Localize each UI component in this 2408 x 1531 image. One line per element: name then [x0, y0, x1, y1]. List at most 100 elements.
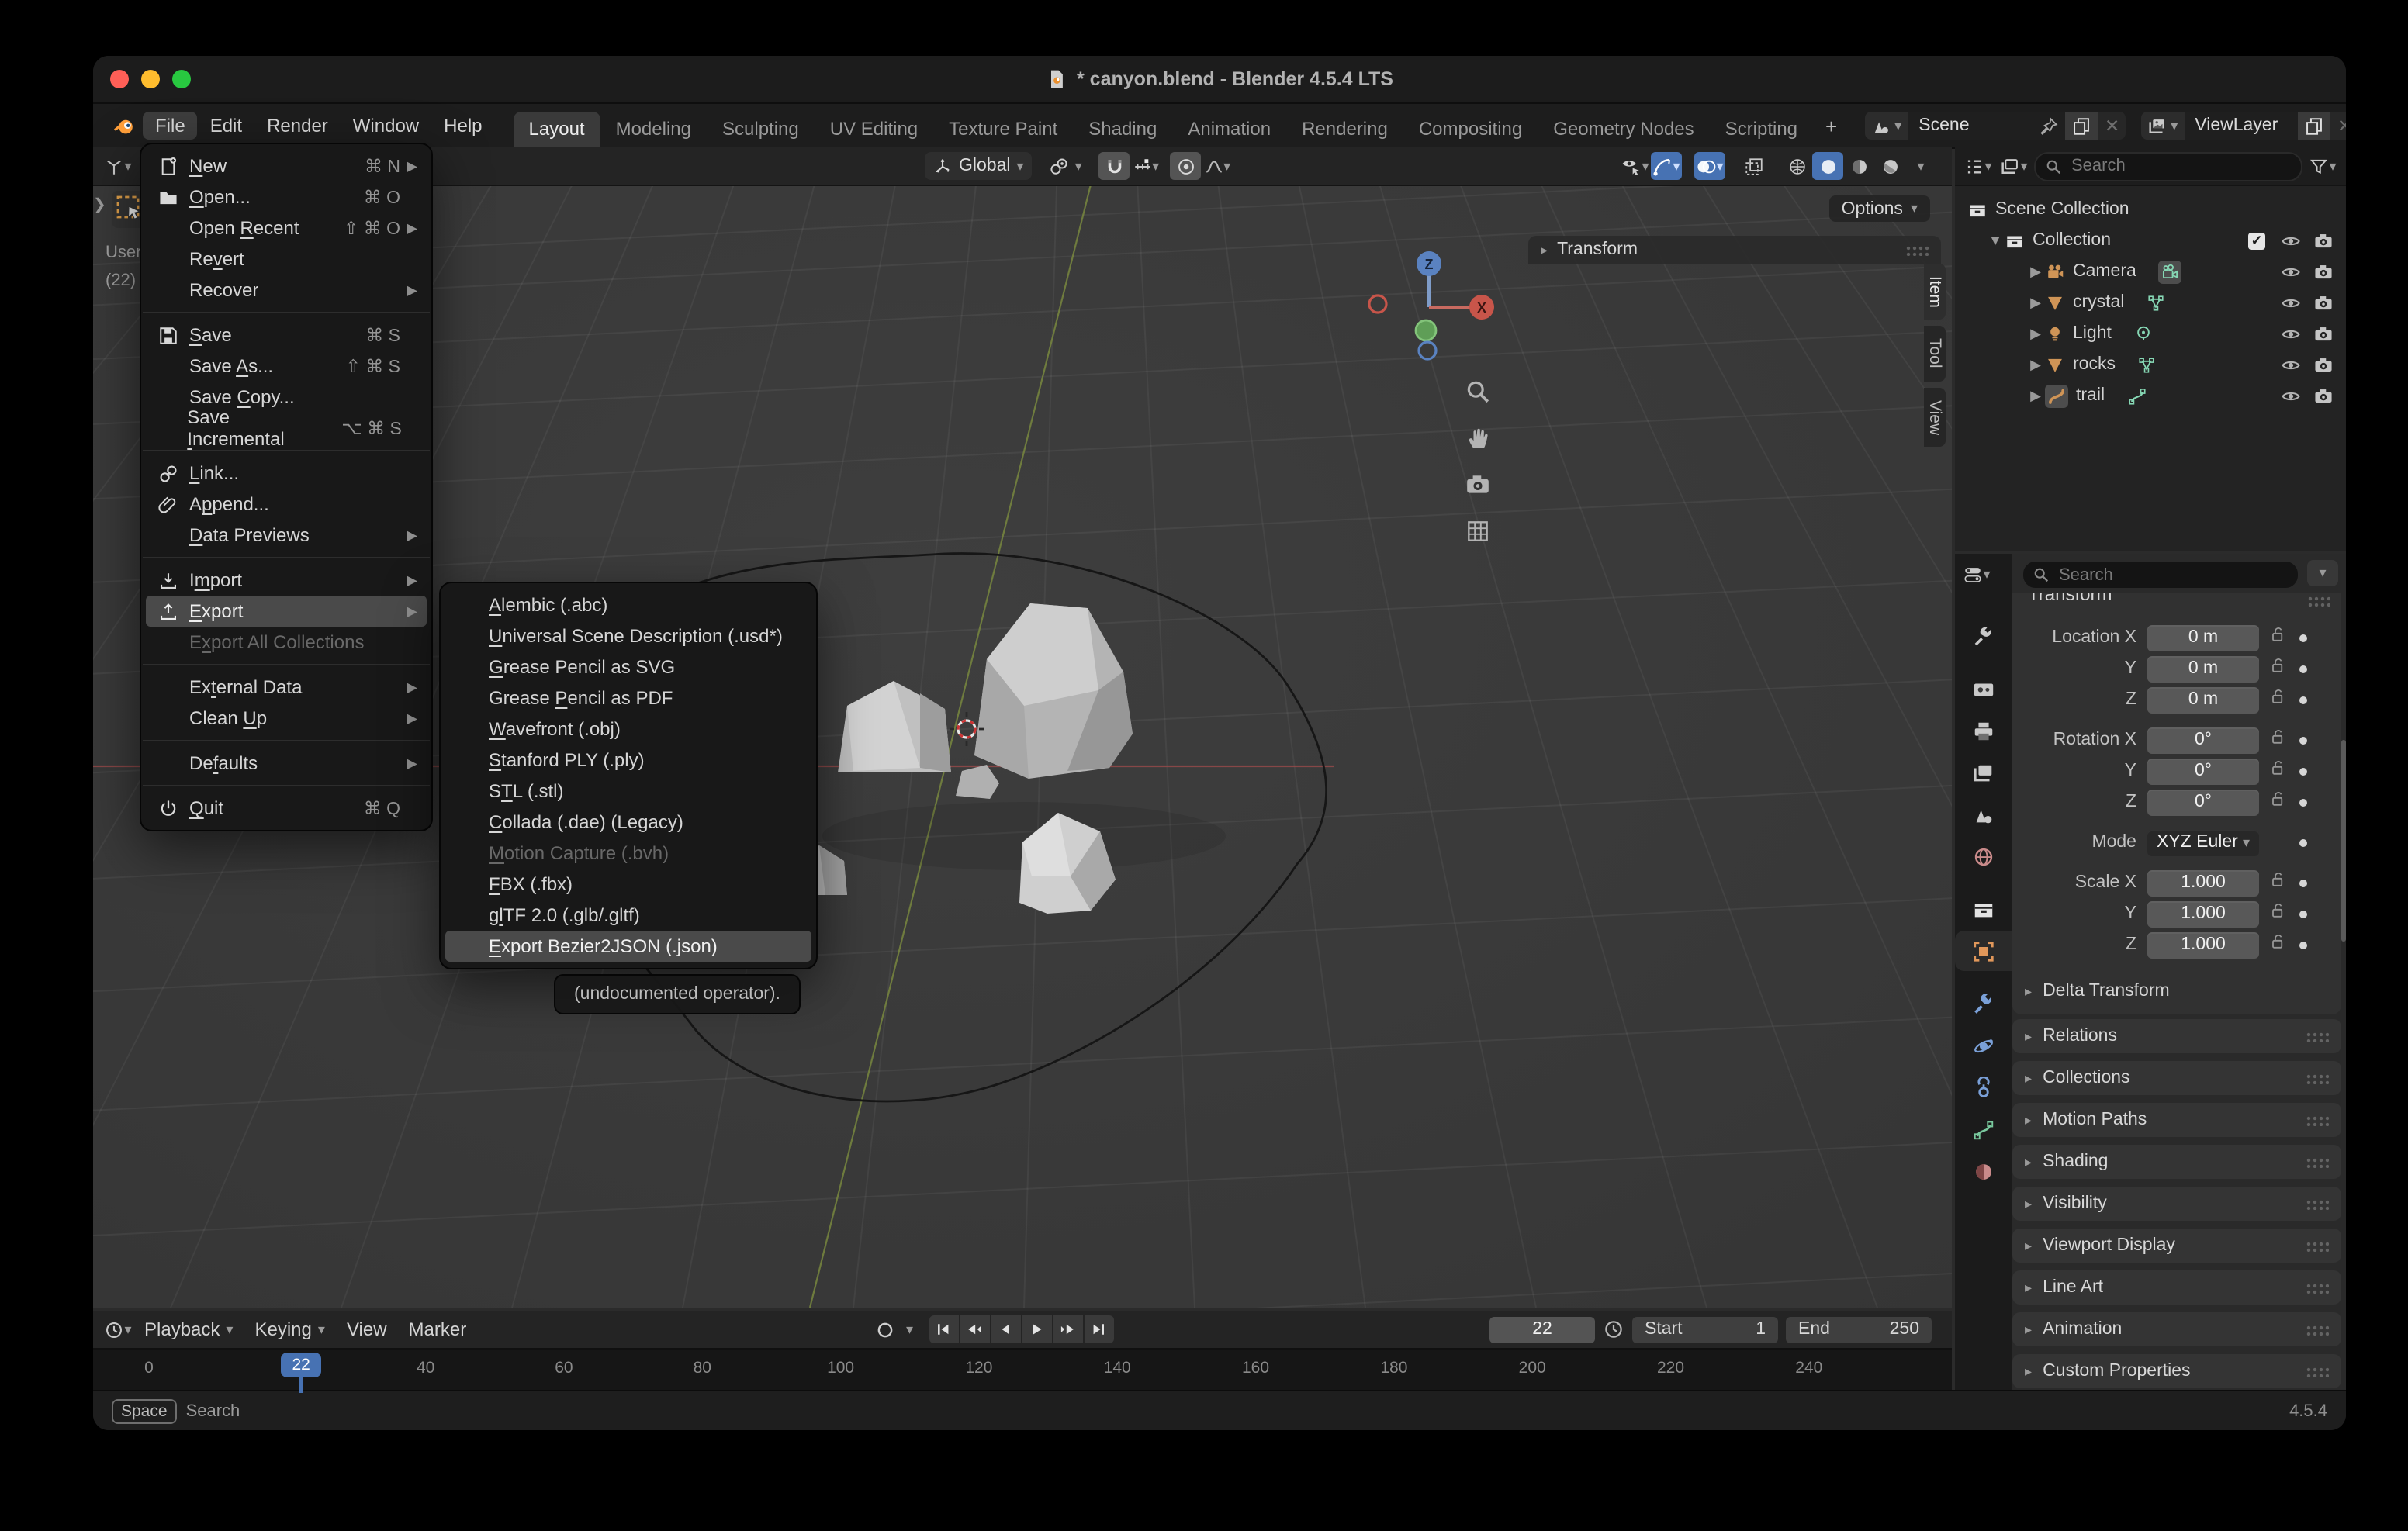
export-item-fbx-fbx[interactable]: FBX (.fbx): [441, 869, 816, 900]
export-item-universal-scene-description-usd[interactable]: Universal Scene Description (.usd*): [441, 620, 816, 651]
file-menu-item-quit[interactable]: Quit⌘ Q: [141, 793, 431, 824]
scene-browse-button[interactable]: ▾: [1865, 112, 1908, 140]
snap-toggle[interactable]: [1099, 152, 1130, 180]
export-item-export-bezier2json-json[interactable]: Export Bezier2JSON (.json): [445, 931, 811, 962]
lock-icon[interactable]: [2268, 869, 2287, 897]
file-menu-item-save[interactable]: Save⌘ S: [141, 320, 431, 351]
chevron-right-icon[interactable]: ▶: [2026, 356, 2045, 373]
timeline-menu-view[interactable]: View: [336, 1315, 398, 1343]
view-layer-new-button[interactable]: [2299, 112, 2331, 140]
properties-tab-scene[interactable]: [1955, 794, 2012, 835]
outliner-search[interactable]: [2034, 151, 2302, 181]
gizmo-y-axis[interactable]: [1416, 320, 1436, 340]
file-menu-item-import[interactable]: Import▶: [141, 565, 431, 596]
export-item-stanford-ply-ply[interactable]: Stanford PLY (.ply): [441, 745, 816, 776]
outliner-row-camera[interactable]: ▶Camera: [1955, 256, 2346, 287]
mode-dropdown[interactable]: XYZ Euler▾: [2147, 829, 2259, 855]
chevron-right-icon[interactable]: ▶: [2026, 325, 2045, 342]
disable-in-renders-toggle[interactable]: [2307, 292, 2340, 313]
pan-view-button[interactable]: [1458, 419, 1496, 456]
panel-custom-properties[interactable]: ▸Custom Properties: [2012, 1354, 2341, 1388]
workspace-tab-animation[interactable]: Animation: [1172, 112, 1286, 147]
outliner-filter-button[interactable]: ▾: [2307, 152, 2338, 180]
view-layer-name-field[interactable]: ViewLayer: [2184, 112, 2299, 140]
frame-end-field[interactable]: End250: [1786, 1316, 1932, 1343]
chevron-right-icon[interactable]: ▶: [2026, 387, 2045, 404]
menubar-render[interactable]: Render: [254, 112, 341, 140]
lock-icon[interactable]: [2268, 726, 2287, 754]
menubar-help[interactable]: Help: [431, 112, 494, 140]
value-field[interactable]: 0°: [2147, 789, 2259, 815]
animate-property-dot[interactable]: [2299, 767, 2307, 775]
transform-orientation-dropdown[interactable]: Global▾: [925, 152, 1032, 180]
gizmo-z-neg[interactable]: [1419, 342, 1436, 359]
proportional-editing-toggle[interactable]: [1171, 152, 1202, 180]
play-button[interactable]: [1022, 1315, 1051, 1343]
panel-drag-handle[interactable]: [2306, 1115, 2329, 1125]
scene-name-field[interactable]: Scene: [1908, 112, 2066, 140]
view-layer-remove-button[interactable]: ✕: [2331, 112, 2346, 140]
overlays-toggle[interactable]: ▾: [1694, 152, 1725, 180]
workspace-tab-rendering[interactable]: Rendering: [1286, 112, 1403, 147]
properties-tab-output[interactable]: [1955, 710, 2012, 751]
value-field[interactable]: 1.000: [2147, 900, 2259, 927]
menubar-edit[interactable]: Edit: [198, 112, 254, 140]
workspace-tab-layout[interactable]: Layout: [514, 112, 600, 147]
lock-icon[interactable]: [2268, 931, 2287, 959]
frame-start-field[interactable]: Start1: [1632, 1316, 1778, 1343]
jump-first-button[interactable]: [929, 1315, 958, 1343]
animate-property-dot[interactable]: [2299, 941, 2307, 949]
value-field[interactable]: 0 m: [2147, 655, 2259, 682]
gizmos-toggle[interactable]: ▾: [1651, 152, 1682, 180]
workspace-tab-sculpting[interactable]: Sculpting: [707, 112, 815, 147]
zoom-view-button[interactable]: [1458, 372, 1496, 410]
menubar-file[interactable]: File: [143, 112, 198, 140]
shading-material-button[interactable]: [1843, 152, 1874, 180]
workspace-tab-shading[interactable]: Shading: [1073, 112, 1172, 147]
lock-icon[interactable]: [2268, 624, 2287, 651]
properties-editor-type-button[interactable]: ▾: [1961, 560, 1992, 588]
disable-in-renders-toggle[interactable]: [2307, 261, 2340, 282]
value-field[interactable]: 0°: [2147, 758, 2259, 784]
panel-drag-handle[interactable]: [2306, 1073, 2329, 1083]
panel-drag-handle[interactable]: [2307, 596, 2330, 607]
panel-drag-handle[interactable]: [2306, 1156, 2329, 1167]
chevron-right-icon[interactable]: ▶: [2026, 294, 2045, 311]
outliner-row-scene-collection[interactable]: Scene Collection: [1955, 194, 2346, 225]
prev-keyframe-button[interactable]: [960, 1315, 989, 1343]
properties-tab-world[interactable]: [1955, 836, 2012, 876]
lock-icon[interactable]: [2268, 757, 2287, 785]
workspace-tab-texture-paint[interactable]: Texture Paint: [933, 112, 1073, 147]
lock-icon[interactable]: [2268, 788, 2287, 816]
panel-drag-handle[interactable]: [2306, 1198, 2329, 1209]
properties-tab-render[interactable]: [1955, 669, 2012, 709]
animate-property-dot[interactable]: [2299, 879, 2307, 886]
workspace-tab-compositing[interactable]: Compositing: [1403, 112, 1538, 147]
properties-search[interactable]: [2022, 560, 2299, 589]
properties-tab-collection[interactable]: [1955, 889, 2012, 929]
chevron-right-icon[interactable]: ▶: [2026, 263, 2045, 280]
panel-motion-paths[interactable]: ▸Motion Paths: [2012, 1103, 2341, 1137]
panel-drag-handle[interactable]: [1905, 244, 1929, 255]
playhead-line[interactable]: [299, 1376, 303, 1393]
file-menu-item-clean-up[interactable]: Clean Up▶: [141, 703, 431, 734]
xray-toggle[interactable]: [1738, 152, 1769, 180]
animate-property-dot[interactable]: [2299, 634, 2307, 641]
properties-filter-dropdown[interactable]: ▾: [2307, 560, 2338, 586]
current-frame-field[interactable]: 22: [1489, 1316, 1595, 1343]
hide-in-viewport-toggle[interactable]: [2275, 292, 2307, 313]
file-menu-item-data-previews[interactable]: Data Previews▶: [141, 520, 431, 551]
properties-tab-object[interactable]: [1955, 931, 2012, 971]
file-menu-item-link[interactable]: Link...: [141, 458, 431, 489]
export-item-grease-pencil-as-pdf[interactable]: Grease Pencil as PDF: [441, 683, 816, 714]
export-item-alembic-abc[interactable]: Alembic (.abc): [441, 589, 816, 620]
workspace-tab-uv-editing[interactable]: UV Editing: [815, 112, 933, 147]
panel-animation[interactable]: ▸Animation: [2012, 1312, 2341, 1346]
panel-relations[interactable]: ▸Relations: [2012, 1019, 2341, 1053]
blender-logo-icon[interactable]: [112, 113, 137, 138]
panel-drag-handle[interactable]: [2306, 1366, 2329, 1377]
prev-frame-button[interactable]: [991, 1315, 1020, 1343]
timeline-menu-playback[interactable]: Playback▾: [133, 1315, 244, 1343]
editor-type-button[interactable]: ▾: [102, 152, 133, 180]
sidebar-tab-item[interactable]: Item: [1924, 264, 1946, 320]
